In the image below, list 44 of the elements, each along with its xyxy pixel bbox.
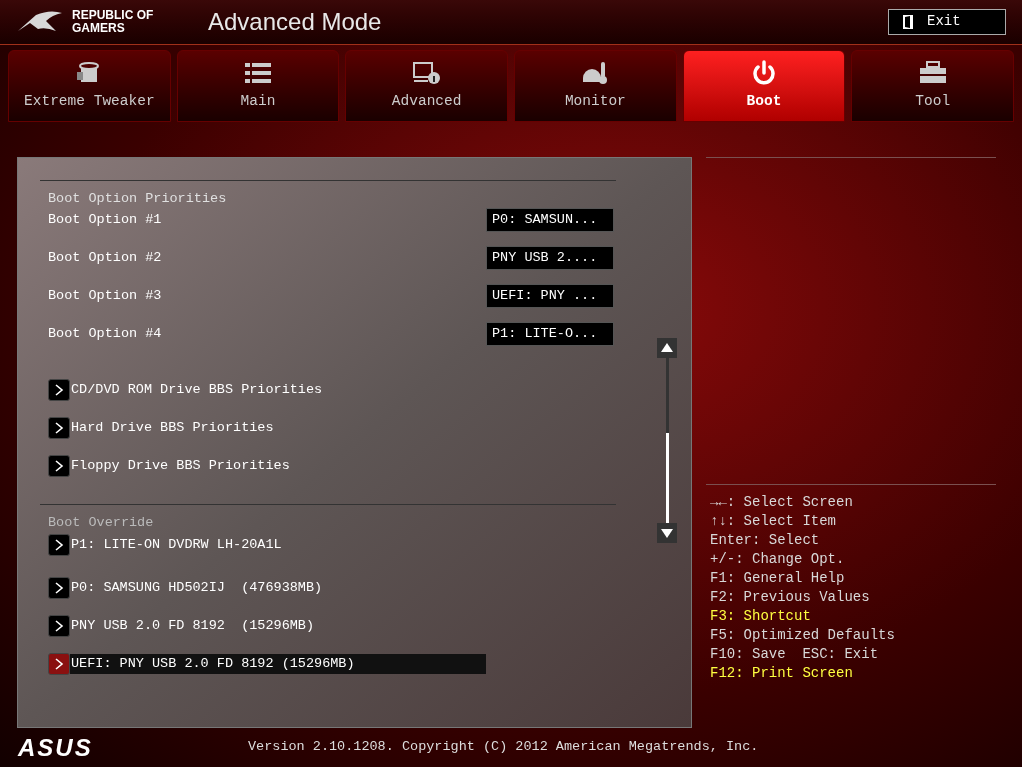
scroll-down-icon[interactable]: [657, 523, 677, 543]
option-dropdown[interactable]: PNY USB 2....: [486, 246, 614, 270]
menu-item[interactable]: CD/DVD ROM Drive BBS Priorities: [70, 380, 323, 400]
section-heading: Boot Option Priorities: [48, 191, 228, 207]
help-text: →←: Select Screen: [710, 493, 854, 512]
option-label: Boot Option #1: [48, 210, 162, 229]
window-title: Advanced Mode: [208, 6, 382, 37]
option-dropdown[interactable]: P0: SAMSUN...: [486, 208, 614, 232]
scroll-up-icon[interactable]: [657, 338, 677, 358]
version-text: Version 2.10.1208. Copyright (C) 2012 American Megatrends, Inc.: [248, 738, 759, 757]
menu-item[interactable]: Floppy Drive BBS Priorities: [70, 456, 290, 476]
help-text: F2: Previous Values: [710, 588, 871, 607]
option-dropdown[interactable]: P1: LITE-O...: [486, 322, 614, 346]
option-label: Boot Option #4: [48, 324, 162, 343]
toolbox-icon: [917, 59, 948, 85]
scrollbar[interactable]: [656, 338, 678, 543]
section-heading: Boot Override: [48, 515, 155, 531]
menu-item[interactable]: P0: SAMSUNG HD502IJ (476938MB): [70, 578, 323, 598]
brand-name: REPUBLIC OF GAMERS: [72, 8, 155, 35]
help-text: Enter: Select: [710, 531, 821, 550]
option-dropdown[interactable]: UEFI: PNY ...: [486, 284, 614, 308]
help-text: +/-: Change Opt.: [710, 550, 846, 569]
help-text: ↑↓: Select Item: [710, 512, 838, 531]
tab[interactable]: Boot: [682, 49, 846, 122]
tab[interactable]: Advanced: [345, 49, 508, 122]
menu-item[interactable]: PNY USB 2.0 FD 8192 (15296MB): [70, 616, 315, 636]
tab[interactable]: Monitor: [514, 49, 677, 122]
option-label: Boot Option #2: [48, 248, 162, 267]
help-text: F1: General Help: [710, 569, 846, 588]
menu-item[interactable]: UEFI: PNY USB 2.0 FD 8192 (15296MB): [70, 654, 486, 674]
exit-button[interactable]: Exit: [888, 8, 1006, 35]
help-text: F10: Save ESC: Exit: [710, 645, 880, 664]
door-icon: [901, 13, 915, 30]
help-text: F12: Print Screen: [710, 664, 854, 683]
asus-logo: ASUS: [18, 732, 94, 763]
tab[interactable]: Extreme Tweaker: [8, 49, 171, 122]
computer-info-icon: [411, 59, 442, 85]
tab[interactable]: Tool: [851, 49, 1015, 122]
tab[interactable]: Main: [176, 49, 340, 122]
menu-item[interactable]: P1: LITE-ON DVDRW LH-20A1L: [70, 535, 282, 555]
help-text: F3: Shortcut: [710, 607, 812, 626]
menu-item[interactable]: Hard Drive BBS Priorities: [70, 418, 274, 438]
help-text: F5: Optimized Defaults: [710, 626, 896, 645]
option-label: Boot Option #3: [48, 286, 162, 305]
